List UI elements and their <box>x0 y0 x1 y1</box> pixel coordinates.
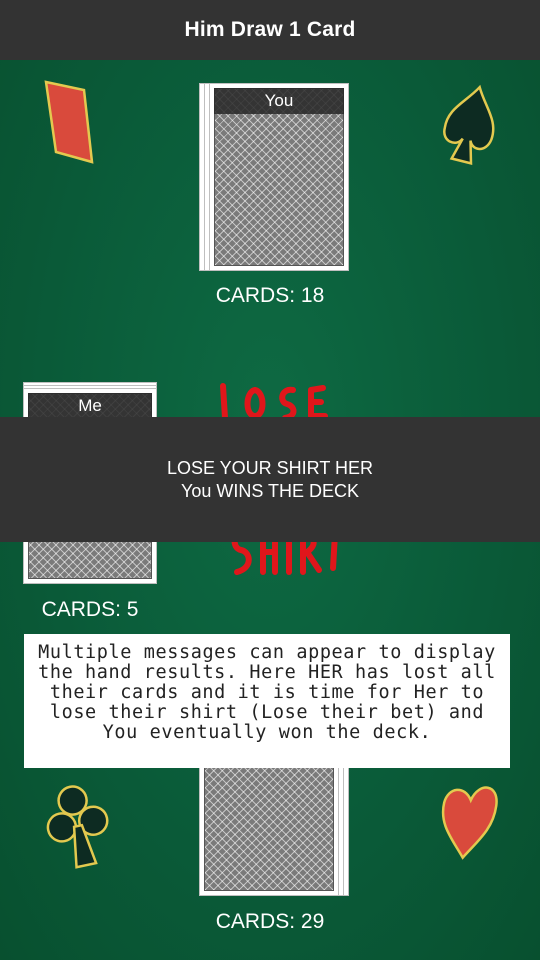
top-card-count: CARDS: 18 <box>215 284 325 307</box>
player-name-label: You <box>214 88 344 114</box>
diamond-icon <box>44 80 94 164</box>
player-name-label: Me <box>28 393 152 419</box>
left-card-count: CARDS: 5 <box>41 598 139 621</box>
tutorial-note: Multiple messages can appear to display … <box>24 634 510 768</box>
bottom-card-count: CARDS: 29 <box>215 910 325 933</box>
top-card <box>199 762 339 896</box>
club-icon <box>46 785 109 869</box>
result-toast[interactable]: LOSE YOUR SHIRT HER You WINS THE DECK <box>0 417 540 542</box>
top-card: You <box>209 83 349 271</box>
bottom-card-stack[interactable] <box>199 762 349 896</box>
page-title: Him Draw 1 Card <box>184 18 356 41</box>
toast-line-2: You WINS THE DECK <box>180 480 360 501</box>
toast-line-1: LOSE YOUR SHIRT HER <box>166 457 374 478</box>
app-bar: Him Draw 1 Card <box>0 0 540 60</box>
heart-icon <box>441 786 498 860</box>
top-card-stack[interactable]: You <box>199 83 349 271</box>
spade-icon <box>443 84 495 165</box>
